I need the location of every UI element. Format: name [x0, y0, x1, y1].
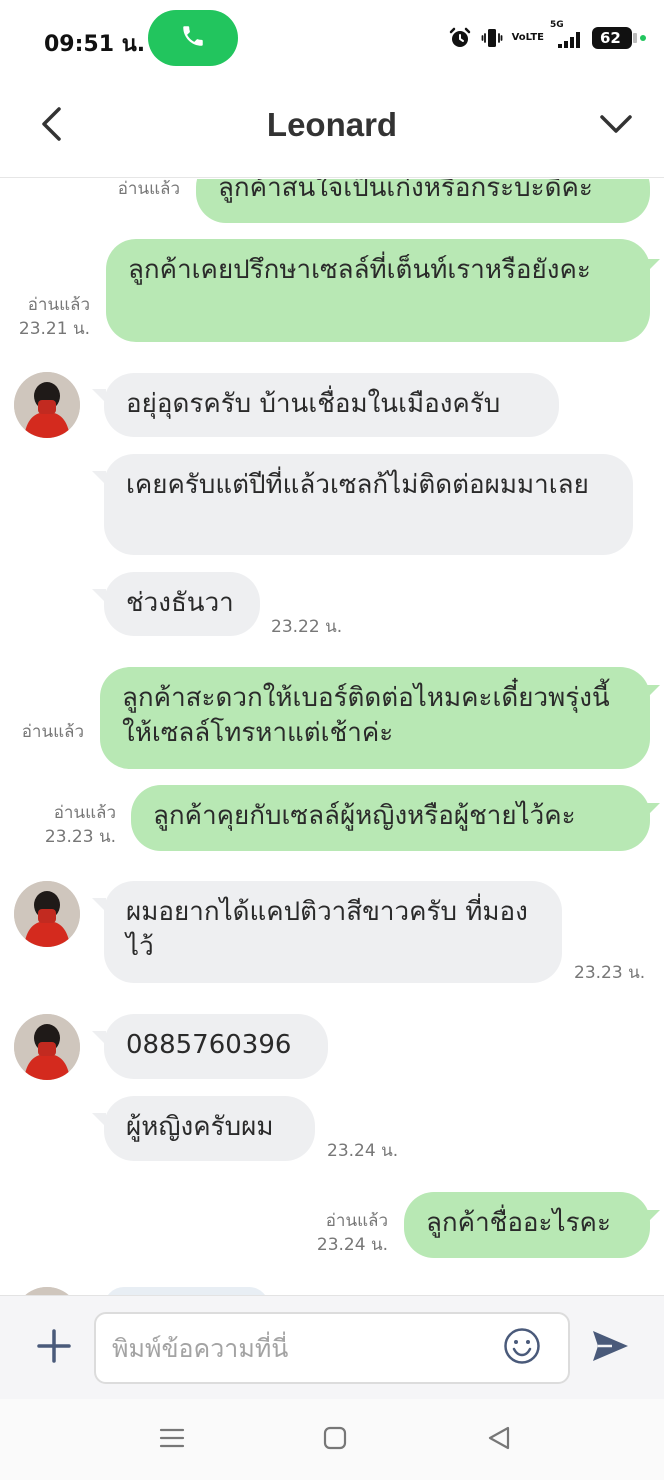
message-time: 23.23 น. — [44, 827, 116, 847]
bubble-tail — [92, 1031, 106, 1045]
read-receipt: อ่านแล้ว — [27, 295, 90, 315]
message-meta: อ่านแล้ว 23.23 น. — [45, 801, 116, 849]
plus-icon — [37, 1329, 71, 1367]
contact-avatar[interactable] — [14, 1287, 80, 1295]
send-icon — [590, 1328, 630, 1368]
send-button[interactable] — [588, 1326, 632, 1370]
chat-header: Leonard — [0, 76, 664, 178]
read-receipt: อ่านแล้ว — [325, 1211, 388, 1231]
message-meta: อ่านแล้ว 23.24 น. — [317, 1209, 388, 1257]
recent-apps-icon — [159, 1425, 185, 1455]
message-composer — [0, 1295, 664, 1399]
bubble-tail — [646, 259, 660, 273]
incoming-message[interactable]: เคยครับแต่ปีที่แล้วเซลก้ไม่ติดต่อผมมาเลย — [104, 454, 633, 555]
smiley-icon — [503, 1327, 541, 1369]
status-bar: 09:51 น. Vo LTE 5G 62 — [0, 0, 664, 76]
contact-avatar[interactable] — [14, 372, 80, 438]
bubble-tail — [92, 389, 106, 403]
back-triangle-icon — [486, 1425, 512, 1455]
message-time: 23.24 น. — [316, 1235, 388, 1255]
incoming-message[interactable]: อยุ่อุดรครับ บ้านเชื่อมในเมืองครับ — [104, 373, 559, 437]
incoming-message-partial[interactable] — [104, 1287, 269, 1295]
outgoing-message[interactable]: ลูกค้าเคยปรึกษาเซลล์ที่เต็นท์เราหรือยังค… — [106, 239, 650, 342]
bubble-tail — [646, 685, 660, 699]
outgoing-message[interactable]: ลูกค้าคุยกับเซลล์ผู้หญิงหรือผู้ชายไว้คะ — [131, 785, 650, 851]
bubble-tail — [92, 589, 106, 603]
home-button[interactable] — [318, 1423, 352, 1457]
message-time: 23.23 น. — [574, 963, 646, 983]
message-meta: อ่านแล้ว 23.21 น. — [19, 293, 90, 341]
ongoing-call-pill[interactable] — [148, 10, 238, 66]
bubble-tail — [646, 803, 660, 817]
recent-apps-button[interactable] — [155, 1423, 189, 1457]
message-input[interactable] — [94, 1312, 570, 1384]
status-time: 09:51 น. — [44, 32, 146, 57]
attach-button[interactable] — [32, 1326, 76, 1370]
read-receipt: อ่านแล้ว — [117, 179, 180, 199]
outgoing-message[interactable]: ลูกค้าสะดวกให้เบอร์ติดต่อไหมคะเดี๋ยวพรุ่… — [100, 667, 650, 769]
phone-icon — [180, 23, 206, 53]
volte-top-label: Vo — [511, 32, 526, 43]
read-receipt: อ่านแล้ว — [53, 803, 116, 823]
incoming-message[interactable]: ผมอยากได้แคปติวาสีขาวครับ ที่มองไว้ — [104, 881, 562, 983]
chevron-down-icon — [599, 113, 633, 139]
privacy-dot-icon — [640, 35, 646, 41]
alarm-icon — [448, 26, 472, 50]
bubble-tail — [92, 898, 106, 912]
chat-menu-button[interactable] — [594, 104, 638, 148]
emoji-button[interactable] — [502, 1328, 542, 1368]
bubble-tail — [92, 1113, 106, 1127]
signal-icon: 5G — [550, 20, 584, 50]
vibrate-icon — [480, 26, 504, 50]
home-icon — [322, 1425, 348, 1455]
incoming-message[interactable]: ช่วงธันวา — [104, 572, 260, 636]
incoming-message[interactable]: 0885760396 — [104, 1014, 328, 1079]
system-nav-bar — [0, 1399, 664, 1480]
bubble-tail — [646, 1210, 660, 1224]
battery-level: 62 — [600, 29, 621, 47]
contact-avatar[interactable] — [14, 1014, 80, 1080]
status-icons: Vo LTE 5G 62 — [448, 20, 646, 54]
volte-bottom-label: LTE — [525, 32, 544, 43]
bubble-tail — [92, 471, 106, 485]
outgoing-message[interactable]: ลูกค้าชื่ออะไรคะ — [404, 1192, 650, 1258]
message-list[interactable]: อ่านแล้ว ลูกค้าสนใจเป็นเก๋งหรือกระบะดีคะ… — [0, 179, 664, 1295]
battery-icon: 62 — [592, 27, 637, 49]
chat-title: Leonard — [266, 106, 398, 143]
message-time: 23.24 น. — [327, 1141, 399, 1161]
outgoing-message[interactable]: ลูกค้าสนใจเป็นเก๋งหรือกระบะดีคะ — [196, 179, 650, 223]
system-back-button[interactable] — [482, 1423, 516, 1457]
volte-indicator: Vo LTE — [512, 33, 544, 43]
message-time: 23.22 น. — [271, 617, 343, 637]
message-time: 23.21 น. — [18, 319, 90, 339]
read-receipt: อ่านแล้ว — [21, 722, 84, 742]
contact-avatar[interactable] — [14, 881, 80, 947]
network-type-label: 5G — [550, 20, 564, 30]
incoming-message[interactable]: ผู้หญิงครับผม — [104, 1096, 315, 1161]
